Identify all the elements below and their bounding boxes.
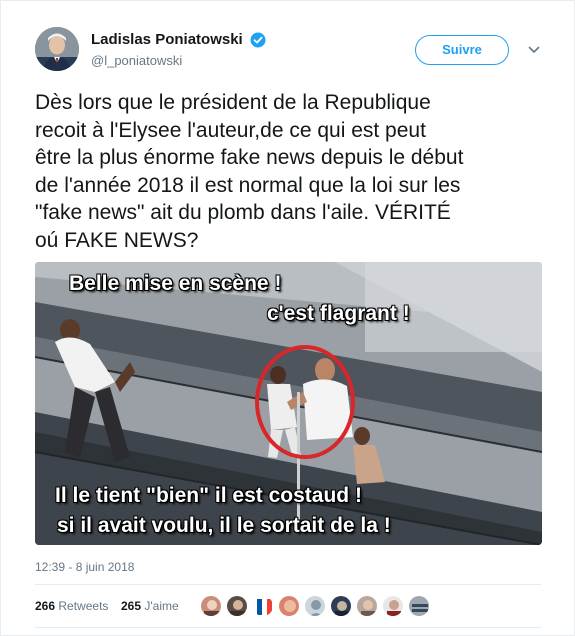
tweet-card: Ladislas Poniatowski @l_poniatowski Suiv… xyxy=(0,0,575,636)
photo-caption: si il avait voulu, il le sortait de la ! xyxy=(57,514,391,537)
liker-avatar[interactable] xyxy=(200,595,222,617)
photo-caption: c'est flagrant ! xyxy=(267,302,410,325)
tweet-stats: 266 Retweets 265 J'aime xyxy=(35,595,541,619)
tweet-text-line: "fake news" ait du plomb dans l'aile. VÉ… xyxy=(35,201,451,225)
liker-avatar[interactable] xyxy=(408,595,430,617)
author-avatar[interactable] xyxy=(35,27,79,71)
retweets-stat[interactable]: 266 Retweets xyxy=(35,599,108,613)
avatar-image xyxy=(35,27,79,71)
divider xyxy=(35,627,541,628)
tweet-text: Dès lors que le président de la Republiq… xyxy=(35,89,547,255)
retweets-label: Retweets xyxy=(58,599,109,613)
liker-avatar[interactable] xyxy=(330,595,352,617)
author-handle[interactable]: @l_poniatowski xyxy=(91,53,266,68)
likes-stat[interactable]: 265 J'aime xyxy=(121,599,179,613)
divider xyxy=(35,584,541,585)
photo-caption: Belle mise en scène ! xyxy=(69,272,282,295)
follow-button[interactable]: Suivre xyxy=(415,35,509,65)
verified-badge-icon xyxy=(250,32,266,48)
chevron-down-icon[interactable] xyxy=(527,43,541,57)
tweet-text-line: recoit à l'Elysee l'auteur,de ce qui est… xyxy=(35,118,426,142)
tweet-timestamp[interactable]: 12:39 - 8 juin 2018 xyxy=(35,560,134,574)
tweet-text-line: Dès lors que le président de la Republiq… xyxy=(35,91,431,114)
likes-count: 265 xyxy=(121,599,142,613)
tweet-text-line: oú FAKE NEWS? xyxy=(35,228,199,252)
author-name-block: Ladislas Poniatowski @l_poniatowski xyxy=(91,31,266,68)
liker-avatar[interactable] xyxy=(278,595,300,617)
tweet-media-photo[interactable]: Belle mise en scène ! c'est flagrant ! I… xyxy=(35,262,542,545)
tweet-header: Ladislas Poniatowski @l_poniatowski Suiv… xyxy=(35,27,555,73)
liker-avatar[interactable] xyxy=(304,595,326,617)
liker-avatar[interactable] xyxy=(356,595,378,617)
author-display-name[interactable]: Ladislas Poniatowski xyxy=(91,31,243,48)
photo-caption: Il le tient "bien" il est costaud ! xyxy=(55,484,362,507)
liker-avatar[interactable] xyxy=(252,595,274,617)
liker-avatar[interactable] xyxy=(226,595,248,617)
liker-avatar[interactable] xyxy=(382,595,404,617)
retweets-count: 266 xyxy=(35,599,56,613)
tweet-text-line: être la plus énorme fake news depuis le … xyxy=(35,146,464,170)
tweet-text-line: de l'année 2018 il est normal que la loi… xyxy=(35,173,461,197)
likes-label: J'aime xyxy=(144,599,179,613)
